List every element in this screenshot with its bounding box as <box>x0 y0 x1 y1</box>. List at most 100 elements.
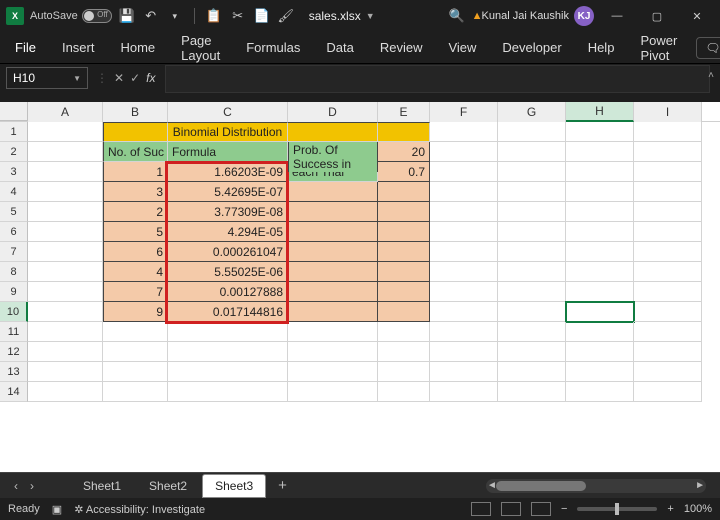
cell[interactable] <box>566 142 634 162</box>
cell[interactable]: 4 <box>103 262 168 282</box>
rowhdr[interactable]: 11 <box>0 322 28 342</box>
sheet-nav-next[interactable]: › <box>24 479 40 493</box>
cell[interactable] <box>28 162 103 182</box>
colhdr-C[interactable]: C <box>168 102 288 122</box>
cell[interactable] <box>634 362 702 382</box>
cell[interactable] <box>566 362 634 382</box>
view-pagelayout-icon[interactable] <box>501 502 521 516</box>
cell[interactable]: 5 <box>103 222 168 242</box>
cell[interactable] <box>28 122 103 142</box>
cell[interactable] <box>498 122 566 142</box>
cell[interactable] <box>634 262 702 282</box>
cell[interactable]: 3.77309E-08 <box>168 202 288 222</box>
cell[interactable] <box>498 182 566 202</box>
cell[interactable] <box>498 382 566 402</box>
rowhdr[interactable]: 8 <box>0 262 28 282</box>
cell[interactable] <box>498 362 566 382</box>
cell[interactable] <box>430 202 498 222</box>
cell[interactable] <box>28 382 103 402</box>
cell[interactable] <box>498 262 566 282</box>
cell[interactable]: 3 <box>103 182 168 202</box>
cell[interactable] <box>430 182 498 202</box>
cell[interactable] <box>288 322 378 342</box>
cell[interactable] <box>566 262 634 282</box>
cell[interactable] <box>498 242 566 262</box>
cell[interactable] <box>634 242 702 262</box>
rowhdr[interactable]: 9 <box>0 282 28 302</box>
cell[interactable] <box>634 182 702 202</box>
cell[interactable] <box>288 182 378 202</box>
tab-developer[interactable]: Developer <box>495 36 568 59</box>
cell[interactable] <box>634 122 702 142</box>
cell[interactable] <box>430 142 498 162</box>
undo-icon[interactable]: ↶ <box>142 7 160 25</box>
cell[interactable] <box>634 302 702 322</box>
tab-review[interactable]: Review <box>373 36 430 59</box>
rowhdr[interactable]: 6 <box>0 222 28 242</box>
toggle-switch[interactable]: Off <box>82 9 112 23</box>
colhdr-G[interactable]: G <box>498 102 566 122</box>
paste-icon[interactable]: 📄 <box>253 7 271 25</box>
cell[interactable] <box>498 322 566 342</box>
cell[interactable] <box>566 322 634 342</box>
cell[interactable] <box>634 382 702 402</box>
cell[interactable] <box>168 382 288 402</box>
cell[interactable] <box>566 122 634 142</box>
cell[interactable] <box>288 262 378 282</box>
autosave-toggle[interactable]: AutoSave Off <box>30 9 112 23</box>
minimize-button[interactable]: ― <box>600 2 634 30</box>
cell[interactable]: 0.00127888 <box>168 282 288 302</box>
cell[interactable] <box>288 382 378 402</box>
rowhdr[interactable]: 1 <box>0 122 28 142</box>
tab-file[interactable]: File <box>8 36 43 59</box>
colhdr-I[interactable]: I <box>634 102 702 122</box>
cell[interactable] <box>378 322 430 342</box>
maximize-button[interactable]: ▢ <box>640 2 674 30</box>
cell[interactable] <box>28 322 103 342</box>
cell[interactable] <box>378 182 430 202</box>
file-name[interactable]: sales.xlsx ▼ <box>309 9 375 23</box>
zoom-slider[interactable] <box>577 507 657 511</box>
cell[interactable] <box>288 302 378 322</box>
rowhdr[interactable]: 2 <box>0 142 28 162</box>
tab-data[interactable]: Data <box>319 36 360 59</box>
cell[interactable] <box>430 282 498 302</box>
cell[interactable] <box>378 202 430 222</box>
cell[interactable] <box>103 322 168 342</box>
cell[interactable] <box>28 182 103 202</box>
cell[interactable]: Binomial Distribution <box>168 122 288 142</box>
cell[interactable] <box>288 282 378 302</box>
cell[interactable]: 5.55025E-06 <box>168 262 288 282</box>
cell[interactable] <box>498 282 566 302</box>
name-box[interactable]: H10▼ <box>6 67 88 89</box>
cell[interactable] <box>634 142 702 162</box>
cell[interactable] <box>168 362 288 382</box>
cell[interactable] <box>378 302 430 322</box>
cell[interactable] <box>634 202 702 222</box>
cell[interactable] <box>566 302 634 322</box>
macro-record-icon[interactable]: ▣ <box>52 503 62 516</box>
cell[interactable] <box>430 222 498 242</box>
cancel-formula-icon[interactable]: ✕ <box>114 71 124 85</box>
colhdr-B[interactable]: B <box>103 102 168 122</box>
tab-home[interactable]: Home <box>113 36 162 59</box>
cell[interactable] <box>288 122 378 142</box>
cell[interactable]: 0.7 <box>378 162 430 182</box>
redo-chev-icon[interactable]: ▾ <box>166 7 184 25</box>
cell[interactable] <box>430 242 498 262</box>
cell[interactable] <box>378 382 430 402</box>
sheet-tab-3[interactable]: Sheet3 <box>202 474 266 498</box>
cell[interactable]: 5.42695E-07 <box>168 182 288 202</box>
cell[interactable] <box>28 302 103 322</box>
cell[interactable] <box>103 122 168 142</box>
cell[interactable] <box>498 162 566 182</box>
rowhdr[interactable]: 3 <box>0 162 28 182</box>
cell[interactable] <box>430 342 498 362</box>
fx-icon[interactable]: fx <box>146 71 155 85</box>
close-button[interactable]: ✕ <box>680 2 714 30</box>
cell[interactable] <box>498 222 566 242</box>
tab-help[interactable]: Help <box>581 36 622 59</box>
cell[interactable] <box>288 362 378 382</box>
zoom-out-button[interactable]: − <box>561 503 567 515</box>
cell[interactable] <box>168 322 288 342</box>
